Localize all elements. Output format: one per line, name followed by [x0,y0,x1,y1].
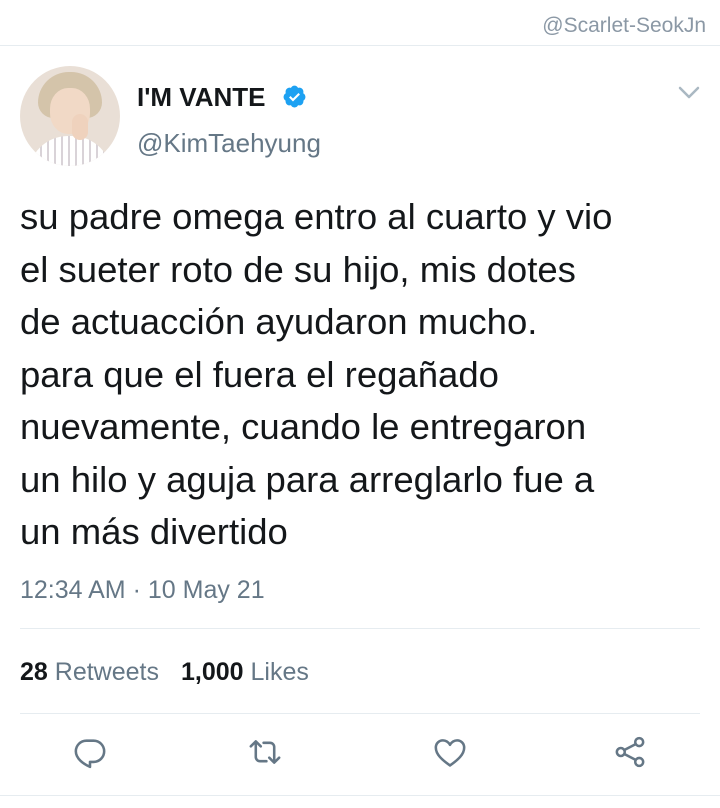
watermark: @Scarlet-SeokJn [542,14,706,37]
timestamp-separator: · [132,576,141,604]
tweet-text-line: su padre omega entro al cuarto y vio [20,196,613,237]
tweet-stats: 28 Retweets 1,000 Likes [20,658,309,687]
tweet-text-line: nuevamente, cuando le entregaron [20,406,587,447]
tweet-text-line: el sueter roto de su hijo, mis dotes [20,248,576,290]
retweets-label: Retweets [54,658,159,686]
share-icon[interactable] [613,735,647,769]
timestamp: 12:34 AM · 10 May 21 [20,576,265,605]
display-name[interactable]: I'M VANTE [137,82,265,113]
divider [20,628,700,629]
like-icon[interactable] [433,735,467,769]
likes-label: Likes [250,658,309,686]
tweet-text-line: un hilo y aguja para arreglarlo fue a [20,458,595,500]
retweet-icon[interactable] [248,735,282,769]
likes-count: 1,000 [180,658,244,686]
tweet-date: 10 May 21 [147,576,265,604]
tweet-text-line: de actuacción ayudaron mucho. [20,301,538,342]
top-divider [0,45,720,46]
retweets-count: 28 [20,658,48,686]
tweet-text-line: un más divertido [20,511,288,552]
likes-stat[interactable]: 1,000 Likes [181,658,309,686]
tweet-time: 12:34 AM [20,576,126,604]
retweets-stat[interactable]: 28 Retweets [20,658,159,686]
bottom-divider [0,795,720,796]
divider [20,713,700,714]
avatar[interactable] [20,66,120,166]
verified-icon [283,85,306,108]
reply-icon[interactable] [73,735,107,769]
tweet-text-line: para que el fuera el regañado [20,353,499,395]
tweet-text: su padre omega entro al cuarto y vio el … [20,191,710,559]
chevron-down-icon[interactable] [678,86,700,100]
handle[interactable]: @KimTaehyung [137,128,321,159]
